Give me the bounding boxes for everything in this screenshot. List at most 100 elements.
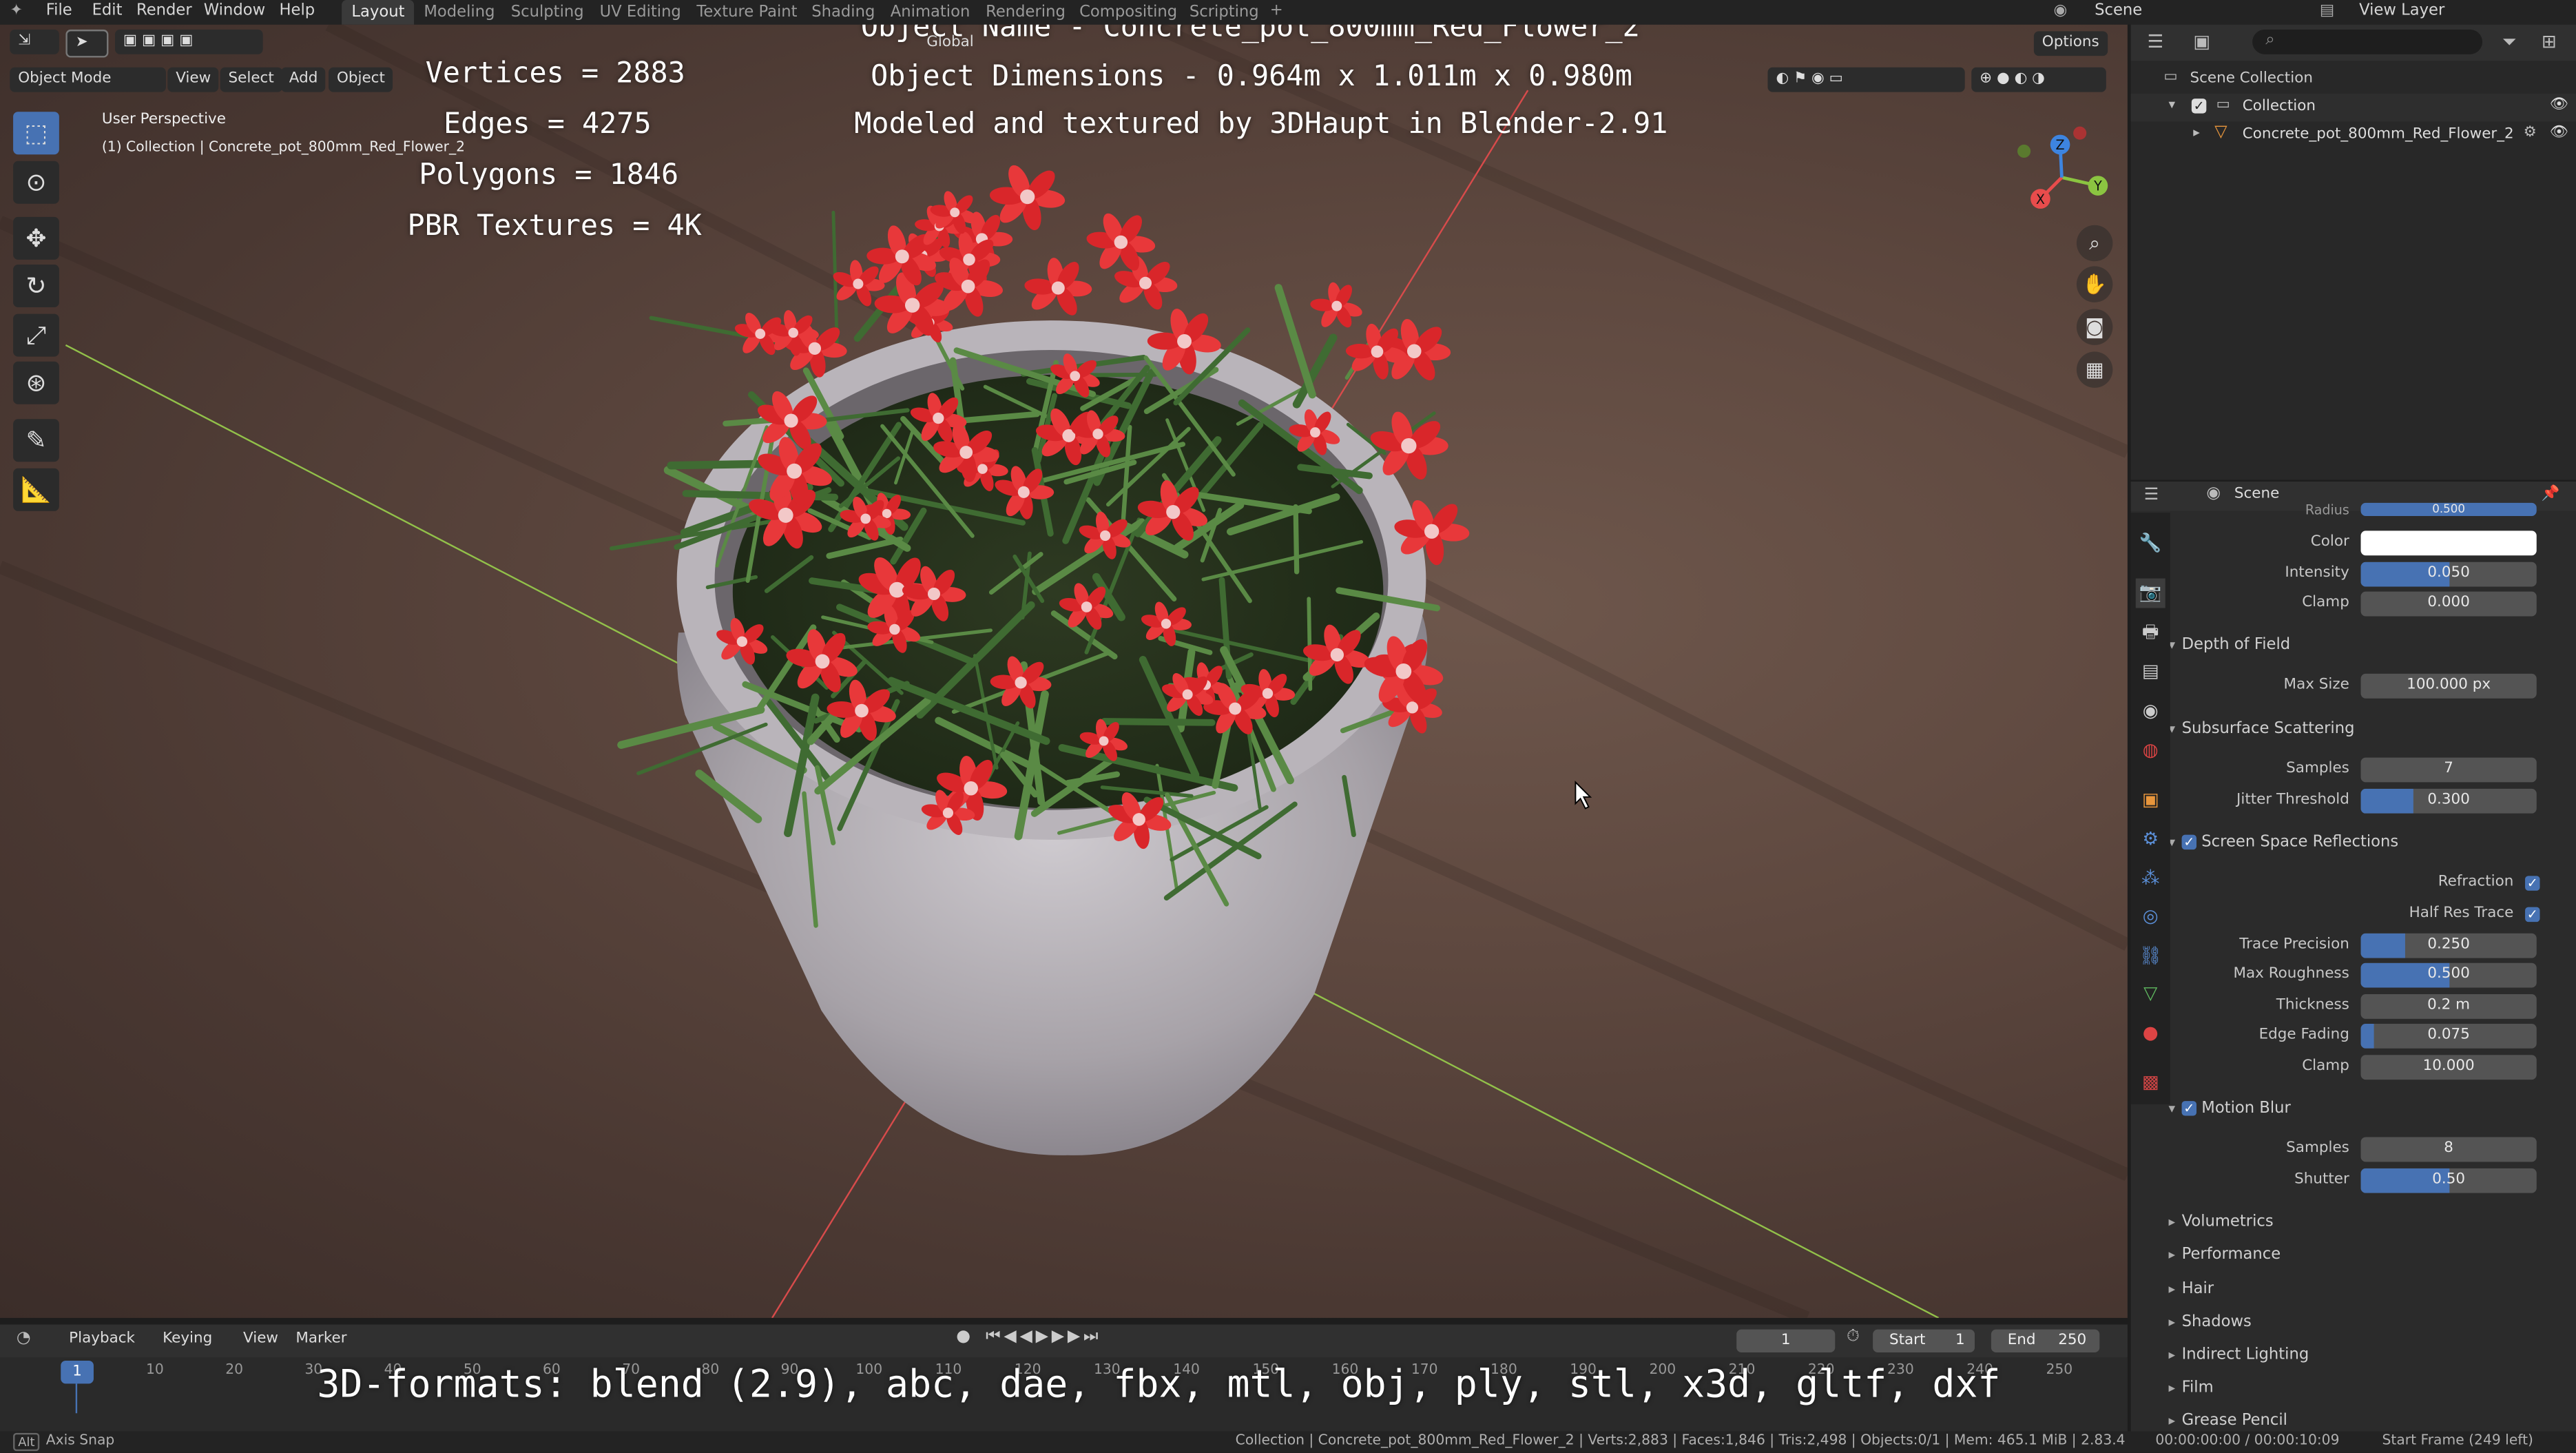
panel-grease-pencil[interactable]: ▸ Grease Pencil	[2168, 1407, 2576, 1433]
outliner-row-scene-collection[interactable]: ▭ Scene Collection	[2131, 65, 2576, 94]
expand-arrow-icon[interactable]: ▸	[2193, 125, 2200, 139]
measure-tool-icon[interactable]: 📐	[13, 468, 59, 511]
pan-hand-icon[interactable]: ✋	[2076, 266, 2113, 302]
move-tool-icon[interactable]: ✥	[13, 216, 59, 260]
zoom-icon[interactable]: ⌕	[2076, 225, 2113, 262]
display-mode-icon[interactable]: ▣	[2193, 31, 2210, 52]
data-tab-icon[interactable]: ▽	[2136, 980, 2165, 1009]
world-tab-icon[interactable]: ◍	[2136, 736, 2165, 766]
shutter-slider[interactable]: 0.50	[2360, 1168, 2537, 1193]
tab-texture-paint[interactable]: Texture Paint	[687, 0, 807, 25]
start-frame-field[interactable]: Start 1	[1873, 1329, 1975, 1353]
tab-animation[interactable]: Animation	[880, 0, 979, 25]
panel-volumetrics[interactable]: ▸ Volumetrics	[2168, 1208, 2576, 1237]
panel-indirect-lighting[interactable]: ▸ Indirect Lighting	[2168, 1341, 2576, 1370]
max-size-field[interactable]: 100.000 px	[2360, 673, 2537, 699]
outliner-editor-icon[interactable]: ☰	[2147, 31, 2163, 52]
panel-motion-blur[interactable]: ▾ ✓ Motion Blur	[2168, 1095, 2576, 1124]
outliner-search-input[interactable]: ⌕	[2252, 29, 2483, 54]
half-res-checkbox[interactable]: ✓	[2525, 907, 2540, 923]
select-box-tool-icon[interactable]: ⬚	[13, 112, 59, 155]
physics-tab-icon[interactable]: ◎	[2136, 902, 2165, 931]
view-layer-selector[interactable]: View Layer	[2359, 1, 2444, 19]
current-frame-field[interactable]: 1	[1736, 1329, 1836, 1353]
menu-edit[interactable]: Edit	[92, 1, 123, 19]
menu-marker[interactable]: Marker	[295, 1331, 346, 1348]
menu-add[interactable]: Add	[280, 67, 326, 92]
menu-window[interactable]: Window	[204, 1, 265, 19]
particles-tab-icon[interactable]: ⁂	[2136, 865, 2165, 894]
cursor-tool-icon[interactable]: ⊙	[13, 161, 59, 204]
max-roughness-slider[interactable]: 0.500	[2360, 962, 2537, 988]
sss-samples-field[interactable]: 7	[2360, 757, 2537, 783]
select-tool-icon[interactable]: ➤	[65, 29, 109, 58]
mode-selector[interactable]: Object Mode	[10, 67, 166, 92]
ssr-clamp-field[interactable]: 10.000	[2360, 1055, 2537, 1080]
editor-type-icon[interactable]: ⇲	[10, 29, 59, 54]
visibility-eye-icon[interactable]: 👁	[2550, 125, 2568, 141]
tool-tab-icon[interactable]: 🔧	[2136, 529, 2165, 559]
mb-samples-field[interactable]: 8	[2360, 1137, 2537, 1162]
ortho-grid-icon[interactable]: ▦	[2076, 351, 2113, 388]
playhead-frame-indicator[interactable]: 1	[61, 1360, 94, 1384]
visibility-eye-icon[interactable]: 👁	[2550, 97, 2568, 114]
panel-shadows[interactable]: ▸ Shadows	[2168, 1308, 2576, 1338]
tab-layout[interactable]: Layout	[342, 0, 415, 25]
shading-mode-buttons[interactable]: ⊕ ● ◐ ◑	[1971, 67, 2106, 92]
menu-select[interactable]: Select	[220, 67, 282, 92]
texture-tab-icon[interactable]: ▩	[2136, 1068, 2165, 1098]
transform-tool-icon[interactable]: ⊛	[13, 361, 59, 404]
constraints-tab-icon[interactable]: ⛓	[2136, 942, 2165, 971]
menu-keying[interactable]: Keying	[163, 1331, 212, 1348]
tab-sculpting[interactable]: Sculpting	[501, 0, 593, 25]
outliner-row-object[interactable]: ▸ ▽ Concrete_pot_800mm_Red_Flower_2 ⚙ 👁	[2131, 122, 2576, 150]
record-button-icon[interactable]: ●	[956, 1328, 970, 1346]
panel-film[interactable]: ▸ Film	[2168, 1374, 2576, 1403]
panel-subsurface-scattering[interactable]: ▾ Subsurface Scattering	[2168, 715, 2576, 745]
expand-arrow-icon[interactable]: ▾	[2168, 97, 2175, 112]
scale-tool-icon[interactable]: ⤢	[13, 313, 59, 357]
trace-precision-slider[interactable]: 0.250	[2360, 933, 2537, 958]
playback-controls[interactable]: ⏮◀◀▶▶▶⏭	[986, 1328, 1101, 1346]
panel-hair[interactable]: ▸ Hair	[2168, 1275, 2576, 1305]
3d-viewport[interactable]: ⇲ ➤ ▣ ▣ ▣ ▣ Global Options Object Mode V…	[0, 24, 2128, 1318]
menu-playback[interactable]: Playback	[69, 1331, 135, 1348]
material-tab-icon[interactable]: ●	[2136, 1019, 2165, 1049]
end-frame-field[interactable]: End 250	[1991, 1329, 2100, 1353]
tab-modeling[interactable]: Modeling	[414, 0, 505, 25]
scene-tab-icon[interactable]: ◉	[2136, 697, 2165, 726]
panel-screen-space-reflections[interactable]: ▾ ✓ Screen Space Reflections	[2168, 828, 2576, 858]
color-swatch[interactable]	[2360, 530, 2537, 556]
menu-object[interactable]: Object	[329, 67, 393, 92]
tab-rendering[interactable]: Rendering	[976, 0, 1075, 25]
object-tab-icon[interactable]: ▣	[2136, 785, 2165, 815]
panel-performance[interactable]: ▸ Performance	[2168, 1241, 2576, 1270]
intensity-slider[interactable]: 0.050	[2360, 561, 2537, 587]
tab-shading[interactable]: Shading	[802, 0, 885, 25]
refraction-checkbox[interactable]: ✓	[2525, 876, 2540, 891]
tab-uv-editing[interactable]: UV Editing	[590, 0, 691, 25]
tab-compositing[interactable]: Compositing	[1070, 0, 1187, 25]
scene-selector[interactable]: Scene	[2095, 1, 2142, 19]
ssr-checkbox[interactable]: ✓	[2181, 834, 2197, 850]
pin-icon[interactable]: 📌	[2542, 486, 2560, 503]
timeline-editor-icon[interactable]: ◔	[17, 1330, 31, 1348]
navigation-gizmo[interactable]: Y X Z	[2008, 123, 2116, 231]
radius-field[interactable]: 0.500	[2360, 502, 2537, 516]
new-collection-icon[interactable]: ⊞	[2542, 31, 2557, 52]
render-tab-icon[interactable]: 📷	[2135, 578, 2165, 608]
overlay-toggles[interactable]: ◐ ⚑ ◉ ▭	[1767, 67, 1965, 92]
motion-blur-checkbox[interactable]: ✓	[2181, 1101, 2197, 1116]
panel-depth-of-field[interactable]: ▾ Depth of Field	[2168, 631, 2576, 661]
menu-timeline-view[interactable]: View	[243, 1331, 278, 1348]
outliner-row-collection[interactable]: ▾ ✓ ▭ Collection 👁	[2130, 93, 2576, 122]
edge-fading-slider[interactable]: 0.075	[2360, 1023, 2537, 1049]
camera-view-icon[interactable]: ◙	[2076, 309, 2113, 345]
menu-help[interactable]: Help	[279, 1, 315, 19]
annotate-tool-icon[interactable]: ✎	[13, 419, 59, 462]
output-tab-icon[interactable]: 🖶	[2136, 618, 2165, 648]
properties-editor-icon[interactable]: ☰	[2144, 486, 2159, 504]
rotate-tool-icon[interactable]: ↻	[13, 265, 59, 308]
add-workspace-icon[interactable]: +	[1270, 1, 1283, 19]
tab-scripting[interactable]: Scripting	[1180, 0, 1269, 25]
